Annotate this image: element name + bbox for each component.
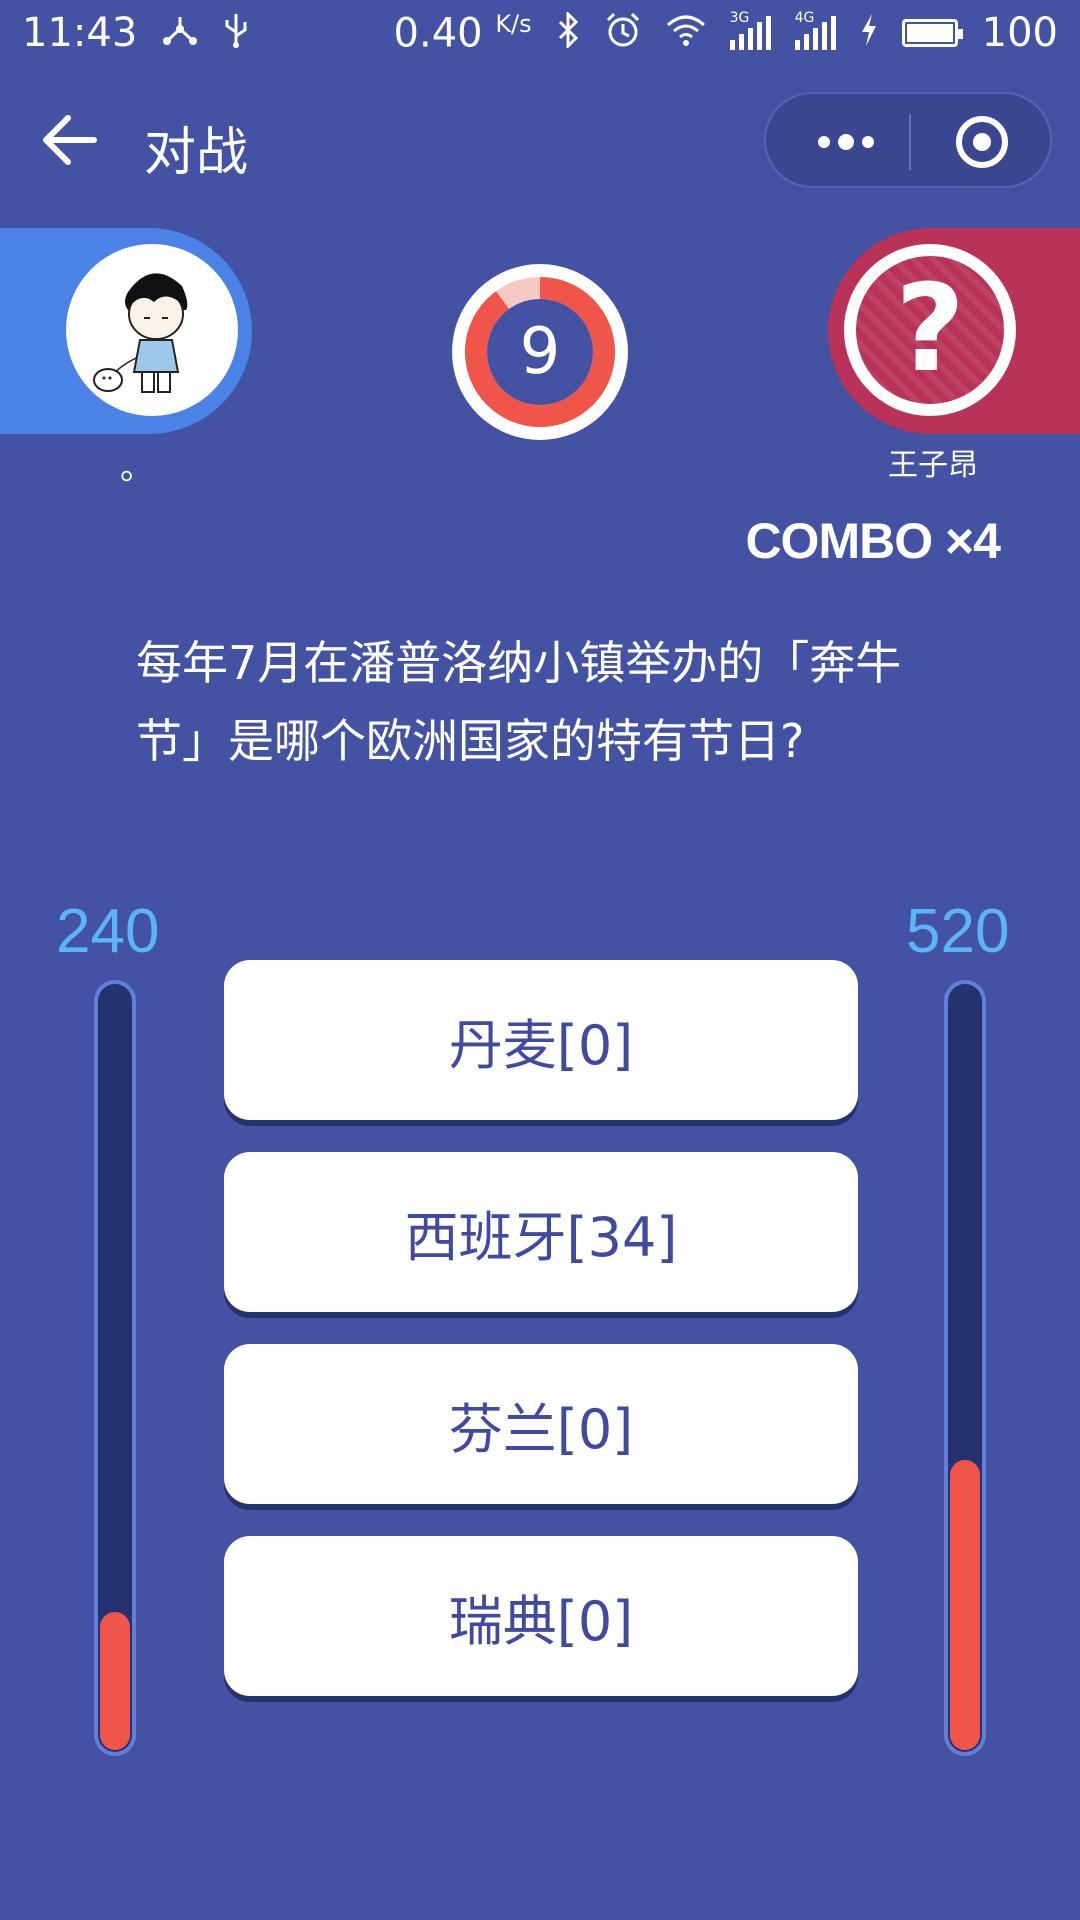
right-player-avatar: ? — [844, 244, 1016, 416]
question-text: 每年7月在潘普洛纳小镇举办的「奔牛节」是哪个欧洲国家的特有节日? — [136, 636, 902, 768]
left-player-avatar — [66, 244, 238, 416]
usb-icon — [223, 12, 249, 54]
charging-icon — [860, 13, 878, 52]
mini-program-capsule — [764, 92, 1052, 188]
question-mark-icon: ? — [895, 260, 965, 399]
more-button[interactable] — [806, 122, 886, 162]
right-player-score: 520 — [906, 897, 1010, 966]
arrow-left-icon — [43, 115, 97, 165]
page-title: 对战 — [144, 123, 249, 183]
more-dots-icon — [818, 136, 830, 148]
status-time: 11:43 — [22, 10, 138, 56]
title-bar: 对战 — [0, 80, 1080, 200]
bluetooth-icon — [556, 10, 580, 54]
share-icon — [161, 13, 199, 53]
left-player-score: 240 — [56, 897, 160, 966]
signal-4g-icon: 4G — [794, 10, 836, 50]
answer-option-1[interactable]: 丹麦[0] — [224, 960, 858, 1120]
alarm-icon — [604, 11, 642, 55]
status-bar: 11:43 0.40 K/s 3G 4G 100 — [0, 0, 1080, 66]
close-button[interactable] — [956, 116, 1008, 168]
cartoon-boy-avatar-icon — [70, 248, 234, 412]
battery-icon — [901, 18, 963, 47]
battery-level: 100 — [981, 9, 1058, 56]
right-player-name: 王子昂 — [888, 448, 978, 483]
wifi-icon — [666, 13, 706, 53]
combo-label: COMBO ×4 — [745, 513, 1001, 569]
left-score-bar-fill — [100, 1612, 130, 1750]
left-score-bar — [94, 980, 136, 1756]
answer-option-4[interactable]: 瑞典[0] — [224, 1536, 858, 1696]
right-score-bar-fill — [950, 1460, 980, 1750]
capsule-divider — [909, 114, 911, 170]
net-speed: 0.40 K/s — [393, 9, 532, 57]
right-score-bar — [944, 980, 986, 1756]
back-button[interactable] — [40, 112, 100, 168]
signal-3g-icon: 3G — [729, 10, 771, 50]
countdown-seconds: 9 — [519, 315, 561, 389]
answer-option-3[interactable]: 芬兰[0] — [224, 1344, 858, 1504]
answer-option-2[interactable]: 西班牙[34] — [224, 1152, 858, 1312]
left-player-name: 。 — [120, 448, 154, 488]
